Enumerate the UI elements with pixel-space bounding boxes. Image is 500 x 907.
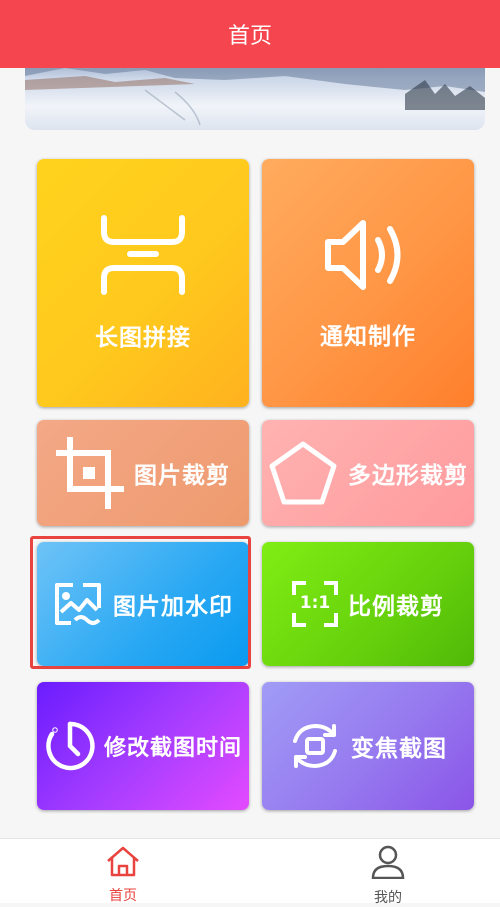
page-title: 首页: [227, 24, 272, 49]
tab-mine[interactable]: 我的: [348, 845, 428, 907]
tile-edit-screenshot-time[interactable]: 修改截图时间: [37, 682, 249, 810]
home-icon: [106, 845, 140, 881]
bottom-tab-bar: 首页 我的: [0, 838, 500, 906]
clock-icon: [44, 720, 96, 772]
tile-label: 修改截图时间: [103, 736, 242, 761]
tile-image-crop[interactable]: 图片裁剪: [37, 420, 249, 526]
speaker-icon: [323, 215, 413, 299]
tab-mine-label: 我的: [374, 890, 402, 906]
long-image-stitch-icon: [100, 214, 186, 300]
tile-label: 多边形裁剪: [348, 463, 468, 489]
tile-label: 变焦截图: [351, 736, 447, 762]
tile-polygon-crop[interactable]: 多边形裁剪: [262, 420, 474, 526]
tile-label: 通知制作: [320, 324, 416, 350]
page-header: 首页: [0, 0, 500, 68]
tile-label: 图片裁剪: [134, 463, 230, 489]
tab-home-label: 首页: [109, 888, 137, 904]
tile-label: 长图拼接: [95, 325, 191, 351]
zoom-rotate-icon: [289, 721, 341, 771]
selection-highlight: [30, 536, 251, 669]
ratio-1-1-icon: 1:1: [292, 581, 338, 627]
crop-icon: [56, 437, 124, 509]
ratio-text: 1:1: [299, 593, 331, 613]
tab-home[interactable]: 首页: [83, 845, 163, 905]
tile-ratio-crop[interactable]: 1:1 比例裁剪: [262, 542, 474, 666]
pentagon-icon: [268, 440, 338, 506]
tile-notice-maker[interactable]: 通知制作: [262, 159, 474, 407]
tile-zoom-screenshot[interactable]: 变焦截图: [262, 682, 474, 810]
tile-long-image-stitch[interactable]: 长图拼接: [37, 159, 249, 407]
user-icon: [370, 845, 406, 883]
tile-label: 比例裁剪: [348, 594, 444, 620]
